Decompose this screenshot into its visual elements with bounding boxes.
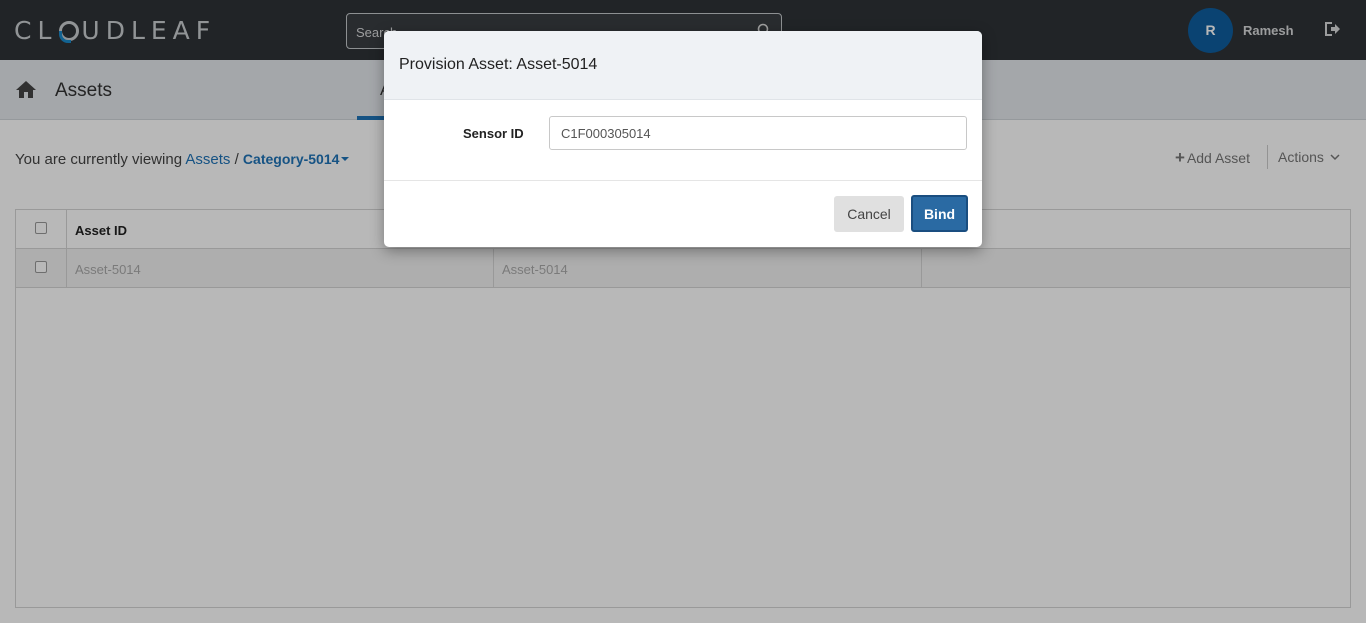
bind-button[interactable]: Bind bbox=[911, 195, 968, 232]
provision-asset-dialog: Provision Asset: Asset-5014 Sensor ID Ca… bbox=[384, 31, 982, 247]
cancel-button[interactable]: Cancel bbox=[834, 196, 904, 232]
modal-divider bbox=[384, 180, 982, 181]
modal-title: Provision Asset: Asset-5014 bbox=[399, 56, 598, 73]
sensor-id-input[interactable] bbox=[549, 116, 967, 150]
sensor-id-label: Sensor ID bbox=[463, 126, 524, 141]
modal-header: Provision Asset: Asset-5014 bbox=[384, 31, 982, 100]
